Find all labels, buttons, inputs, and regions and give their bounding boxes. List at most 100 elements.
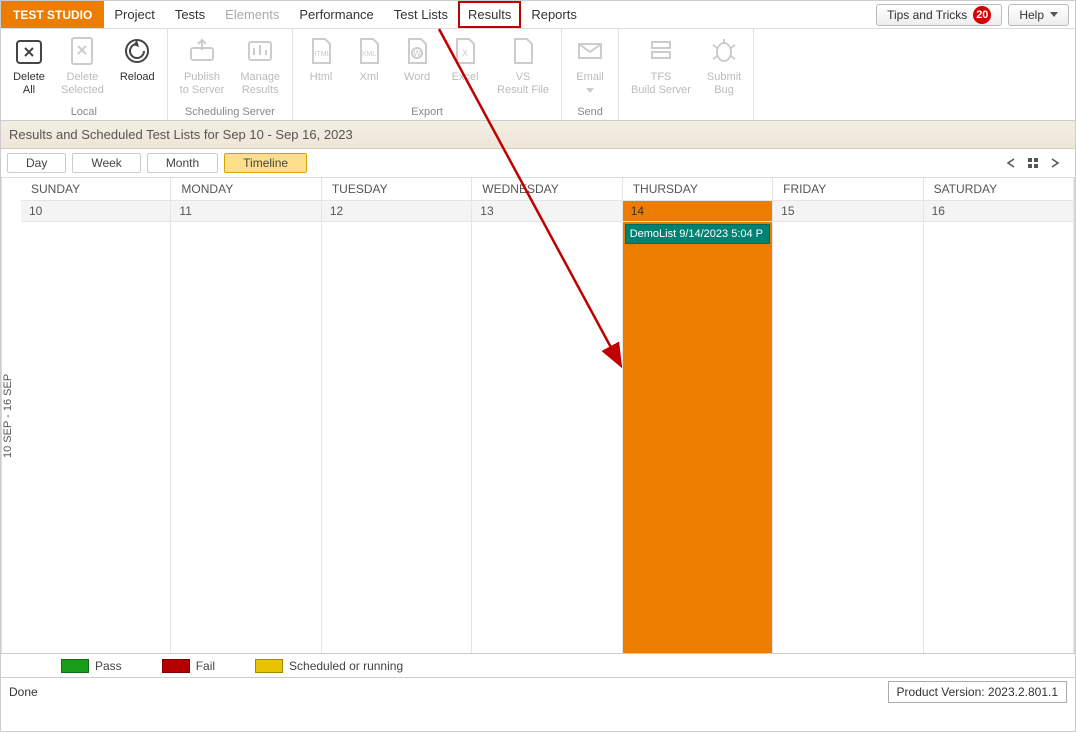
menu-reports[interactable]: Reports — [521, 1, 587, 28]
result-event[interactable]: DemoList 9/14/2023 5:04 P — [625, 224, 770, 244]
status-text: Done — [9, 685, 38, 699]
menubar-right: Tips and Tricks 20 Help — [876, 1, 1075, 28]
legend-scheduled: Scheduled or running — [255, 659, 403, 673]
brand-label: TEST STUDIO — [1, 1, 104, 28]
view-month[interactable]: Month — [147, 153, 218, 173]
ribbon-group-misc: TFS Build Server Submit Bug — [619, 29, 754, 120]
delete-all-button[interactable]: Delete All — [5, 33, 53, 104]
html-icon: HTML — [305, 35, 337, 67]
reload-icon — [121, 35, 153, 67]
date-cell[interactable]: 10 — [21, 201, 171, 222]
date-cell-current[interactable]: 14 — [623, 201, 773, 222]
calendar-cell[interactable] — [171, 222, 321, 653]
svg-text:XML: XML — [362, 51, 377, 58]
fail-label: Fail — [196, 659, 215, 673]
delete-all-icon — [13, 35, 45, 67]
date-cell[interactable]: 16 — [924, 201, 1074, 222]
day-header: MONDAY — [171, 178, 321, 201]
date-cell[interactable]: 11 — [171, 201, 321, 222]
menu-performance[interactable]: Performance — [289, 1, 383, 28]
view-week[interactable]: Week — [72, 153, 140, 173]
export-html-button[interactable]: HTML Html — [297, 33, 345, 104]
scheduled-label: Scheduled or running — [289, 659, 403, 673]
ribbon-group-scheduling: Publish to Server Manage Results Schedul… — [168, 29, 293, 120]
excel-icon: X — [449, 35, 481, 67]
calendar-cell[interactable] — [21, 222, 171, 653]
help-label: Help — [1019, 8, 1044, 22]
day-header: TUESDAY — [322, 178, 472, 201]
manage-results-label: Manage Results — [240, 71, 280, 97]
chevron-down-icon — [1050, 12, 1058, 17]
chevron-down-icon — [586, 88, 594, 93]
bug-icon — [708, 35, 740, 67]
xml-icon: XML — [353, 35, 385, 67]
svg-text:X: X — [462, 48, 468, 58]
calendar-area: 10 SEP - 16 SEP SUNDAY MONDAY TUESDAY WE… — [1, 178, 1075, 654]
menu-elements[interactable]: Elements — [215, 1, 289, 28]
reload-label: Reload — [120, 71, 155, 84]
calendar-cell[interactable] — [773, 222, 923, 653]
ribbon-group-send: Email Send — [562, 29, 619, 120]
submit-bug-button[interactable]: Submit Bug — [699, 33, 749, 104]
manage-results-button[interactable]: Manage Results — [232, 33, 288, 104]
delete-selected-icon — [66, 35, 98, 67]
date-cell[interactable]: 12 — [322, 201, 472, 222]
calendar-date-row: 10 11 12 13 14 15 16 — [21, 201, 1074, 222]
menu-project[interactable]: Project — [104, 1, 164, 28]
view-timeline[interactable]: Timeline — [224, 153, 307, 173]
word-label: Word — [404, 71, 430, 84]
legend-pass: Pass — [61, 659, 122, 673]
viewbar-nav — [1005, 157, 1069, 169]
ribbon-group-export: HTML Html XML Xml W Word X Excel — [293, 29, 562, 120]
delete-selected-label: Delete Selected — [61, 71, 104, 97]
day-header: FRIDAY — [773, 178, 923, 201]
calendar-cell[interactable] — [924, 222, 1074, 653]
view-day[interactable]: Day — [7, 153, 66, 173]
day-header: WEDNESDAY — [472, 178, 622, 201]
menu-tests[interactable]: Tests — [165, 1, 215, 28]
local-caption: Local — [5, 104, 163, 118]
grid-icon[interactable] — [1027, 157, 1039, 169]
vs-result-label: VS Result File — [497, 71, 549, 97]
export-vs-button[interactable]: VS Result File — [489, 33, 557, 104]
calendar: SUNDAY MONDAY TUESDAY WEDNESDAY THURSDAY… — [21, 178, 1075, 653]
tfs-button[interactable]: TFS Build Server — [623, 33, 699, 104]
menu-results[interactable]: Results — [458, 1, 521, 28]
menubar: TEST STUDIO Project Tests Elements Perfo… — [1, 1, 1075, 29]
help-button[interactable]: Help — [1008, 4, 1069, 26]
legend-fail: Fail — [162, 659, 215, 673]
fail-swatch — [162, 659, 190, 673]
email-button[interactable]: Email — [566, 33, 614, 104]
email-icon — [574, 35, 606, 67]
tips-count-badge: 20 — [973, 6, 991, 24]
excel-label: Excel — [452, 71, 479, 84]
prev-icon[interactable] — [1005, 157, 1017, 169]
pass-label: Pass — [95, 659, 122, 673]
reload-button[interactable]: Reload — [112, 33, 163, 104]
publish-icon — [186, 35, 218, 67]
publish-button[interactable]: Publish to Server — [172, 33, 233, 104]
svg-text:W: W — [413, 49, 421, 58]
legend: Pass Fail Scheduled or running — [1, 654, 1075, 678]
export-excel-button[interactable]: X Excel — [441, 33, 489, 104]
submit-bug-label: Submit Bug — [707, 71, 741, 97]
date-cell[interactable]: 15 — [773, 201, 923, 222]
day-header: SATURDAY — [924, 178, 1074, 201]
scheduling-caption: Scheduling Server — [172, 104, 288, 118]
view-toggle-bar: Day Week Month Timeline — [1, 149, 1075, 178]
product-version: Product Version: 2023.2.801.1 — [888, 681, 1067, 703]
export-xml-button[interactable]: XML Xml — [345, 33, 393, 104]
results-subheader: Results and Scheduled Test Lists for Sep… — [1, 121, 1075, 149]
tips-and-tricks-button[interactable]: Tips and Tricks 20 — [876, 4, 1002, 26]
calendar-cell-current[interactable]: DemoList 9/14/2023 5:04 P — [623, 222, 773, 653]
export-word-button[interactable]: W Word — [393, 33, 441, 104]
calendar-cell[interactable] — [322, 222, 472, 653]
date-cell[interactable]: 13 — [472, 201, 622, 222]
publish-label: Publish to Server — [180, 71, 225, 97]
delete-all-label: Delete All — [13, 71, 45, 97]
menu-test-lists[interactable]: Test Lists — [384, 1, 458, 28]
delete-selected-button[interactable]: Delete Selected — [53, 33, 112, 104]
next-icon[interactable] — [1049, 157, 1061, 169]
calendar-cell[interactable] — [472, 222, 622, 653]
day-header: THURSDAY — [623, 178, 773, 201]
